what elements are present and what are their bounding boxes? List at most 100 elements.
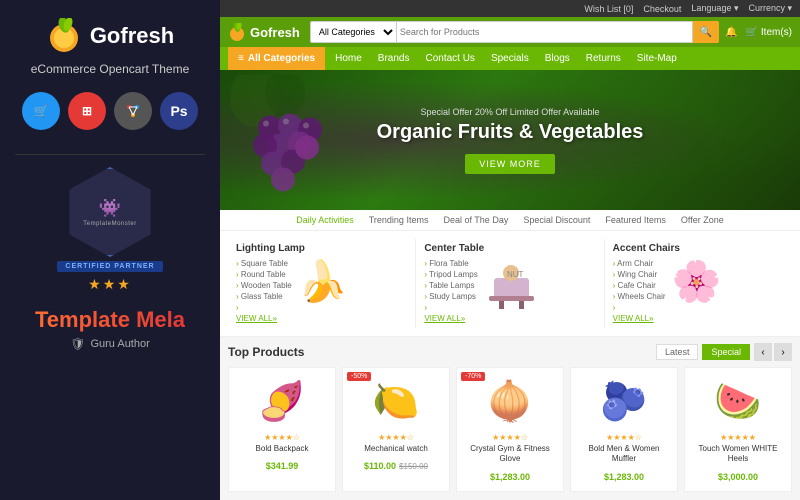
logo-icon xyxy=(46,18,82,54)
star-rating: ★★★ xyxy=(88,276,132,293)
nav-bar: Gofresh All Categories 🔍 🔔 🛒 Item(s) xyxy=(220,17,800,47)
nav-returns[interactable]: Returns xyxy=(578,47,629,70)
shield-icon: 🛡 xyxy=(70,337,85,351)
cat-accent-viewall[interactable]: VIEW ALL» xyxy=(613,314,666,323)
hex-inner: 👾 TemplateMonster xyxy=(83,198,137,227)
cat-lighting-viewall[interactable]: VIEW ALL» xyxy=(236,314,292,323)
subnav-featured[interactable]: Featured Items xyxy=(605,215,666,225)
subnav-trending[interactable]: Trending Items xyxy=(369,215,429,225)
subnav-discount[interactable]: Special Discount xyxy=(523,215,590,225)
cat-item[interactable]: Arm Chair xyxy=(613,258,666,269)
subnav-deal[interactable]: Deal of The Day xyxy=(443,215,508,225)
cat-item[interactable]: Tripod Lamps xyxy=(424,269,477,280)
subnav-daily[interactable]: Daily Activities xyxy=(296,215,354,225)
product-card-2: -50% 🍋 ★★★★☆ Mechanical watch $110.00$15… xyxy=(342,367,450,492)
nav-home[interactable]: Home xyxy=(327,47,370,70)
cat-item[interactable]: Round Table xyxy=(236,269,292,280)
cat-center-viewall[interactable]: VIEW ALL» xyxy=(424,314,477,323)
tab-special[interactable]: Special xyxy=(702,344,750,360)
product-name-1: Bold Backpack xyxy=(235,444,329,454)
product-image-2: 🍋 xyxy=(349,374,443,429)
joomla-icon xyxy=(114,92,152,130)
grape-decoration xyxy=(225,75,345,210)
cat-accent-items: Arm Chair Wing Chair Cafe Chair Wheels C… xyxy=(613,258,666,324)
product-card-3: -70% 🧅 ★★★★☆ Crystal Gym & Fitness Glove… xyxy=(456,367,564,492)
product-image-3: 🧅 xyxy=(463,374,557,429)
brand-name: Template Mela xyxy=(35,307,185,333)
product-badge-2: -50% xyxy=(347,372,371,381)
category-center: Center Table Flora Table Tripod Lamps Ta… xyxy=(416,239,604,328)
category-accent: Accent Chairs Arm Chair Wing Chair Cafe … xyxy=(605,239,792,328)
checkout-link[interactable]: Checkout xyxy=(643,4,681,14)
wishlist-link[interactable]: Wish List [0] xyxy=(584,4,633,14)
cat-item[interactable]: Cafe Chair xyxy=(613,280,666,291)
nav-blogs[interactable]: Blogs xyxy=(537,47,578,70)
product-badge-3: -70% xyxy=(461,372,485,381)
cat-item[interactable]: Wheels Chair xyxy=(613,291,666,302)
cart-nav-icon[interactable]: 🛒 Item(s) xyxy=(746,27,792,38)
cat-item[interactable]: Flora Table xyxy=(424,258,477,269)
language-dropdown[interactable]: Language ▾ xyxy=(691,3,738,14)
cat-item[interactable]: Square Table xyxy=(236,258,292,269)
right-panel: Wish List [0] Checkout Language ▾ Curren… xyxy=(220,0,800,500)
nav-brands[interactable]: Brands xyxy=(370,47,418,70)
nav-arrows: ‹ › xyxy=(754,343,792,361)
next-arrow[interactable]: › xyxy=(774,343,792,361)
certified-badge: certified PaRTNER xyxy=(57,261,162,272)
responsive-icon: ⊞ xyxy=(68,92,106,130)
product-name-4: Bold Men & Women Muffler xyxy=(577,444,671,465)
search-area: All Categories 🔍 xyxy=(310,21,719,43)
badge-area: 👾 TemplateMonster certified PaRTNER ★★★ xyxy=(57,167,162,297)
subnav-offer[interactable]: Offer Zone xyxy=(681,215,724,225)
tab-latest[interactable]: Latest xyxy=(656,344,699,360)
nav-icons: 🔔 🛒 Item(s) xyxy=(725,27,792,38)
prev-arrow[interactable]: ‹ xyxy=(754,343,772,361)
nav-specials[interactable]: Specials xyxy=(483,47,537,70)
hero-banner: Special Offer 20% Off Limited Offer Avai… xyxy=(220,70,800,210)
category-center-image: NUT xyxy=(484,258,539,324)
nav-contact[interactable]: Contact Us xyxy=(417,47,482,70)
all-categories-button[interactable]: ≡ All Categories xyxy=(228,47,325,70)
product-card-4: 🫐 ★★★★☆ Bold Men & Women Muffler $1,283.… xyxy=(570,367,678,492)
sub-nav: Daily Activities Trending Items Deal of … xyxy=(220,210,800,231)
category-select[interactable]: All Categories xyxy=(310,21,396,43)
cat-item[interactable]: Wing Chair xyxy=(613,269,666,280)
product-price-5: $3,000.00 xyxy=(691,467,785,485)
top-bar: Wish List [0] Checkout Language ▾ Curren… xyxy=(220,0,800,17)
currency-dropdown[interactable]: Currency ▾ xyxy=(748,3,792,14)
cat-item[interactable]: Glass Table xyxy=(236,291,292,302)
bell-icon[interactable]: 🔔 xyxy=(725,27,737,38)
section-header: Top Products Latest Special ‹ › xyxy=(228,343,792,361)
cart-icon: 🛒 xyxy=(22,92,60,130)
search-button[interactable]: 🔍 xyxy=(693,21,719,43)
special-offer-text: Special Offer 20% Off Limited Offer Avai… xyxy=(377,107,644,117)
cat-accent-title: Accent Chairs xyxy=(613,243,784,254)
product-stars-5: ★★★★★ xyxy=(691,433,785,442)
monster-icon: 👾 xyxy=(99,198,121,219)
guru-author: 🛡 Guru Author xyxy=(70,337,150,351)
cat-item[interactable]: Table Lamps xyxy=(424,280,477,291)
top-products: Top Products Latest Special ‹ › 🍠 ★★★★☆ … xyxy=(220,337,800,498)
cat-item[interactable]: Wooden Table xyxy=(236,280,292,291)
product-name-2: Mechanical watch xyxy=(349,444,443,454)
search-input[interactable] xyxy=(396,21,693,43)
nav-sitemap[interactable]: Site-Map xyxy=(629,47,685,70)
main-nav-links: Home Brands Contact Us Specials Blogs Re… xyxy=(327,47,685,70)
main-nav: ≡ All Categories Home Brands Contact Us … xyxy=(220,47,800,70)
guru-label: Guru Author xyxy=(90,338,149,350)
cat-item[interactable]: Study Lamps xyxy=(424,291,477,302)
product-name-3: Crystal Gym & Fitness Glove xyxy=(463,444,557,465)
product-card-5: 🍉 ★★★★★ Touch Women WHITE Heels $3,000.0… xyxy=(684,367,792,492)
hero-title: Organic Fruits & Vegetables xyxy=(377,121,644,144)
site-logo: Gofresh xyxy=(228,23,300,41)
product-price-3: $1,283.00 xyxy=(463,467,557,485)
hero-cta-button[interactable]: VIEW MORE xyxy=(465,154,555,174)
category-accent-image: 🌸 xyxy=(672,258,722,324)
site-logo-icon xyxy=(228,23,246,41)
category-section: Lighting Lamp Square Table Round Table W… xyxy=(220,231,800,337)
section-tabs: Latest Special ‹ › xyxy=(656,343,792,361)
cat-center-title: Center Table xyxy=(424,243,595,254)
hex-background: 👾 TemplateMonster xyxy=(65,167,155,257)
hero-text: Special Offer 20% Off Limited Offer Avai… xyxy=(377,107,644,174)
products-row: 🍠 ★★★★☆ Bold Backpack $341.99 -50% 🍋 ★★★… xyxy=(228,367,792,492)
